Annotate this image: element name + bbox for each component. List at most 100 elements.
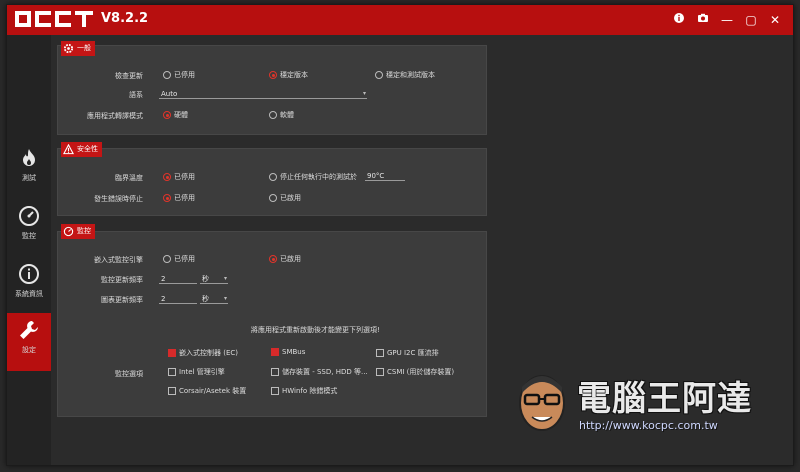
watermark-text: 電腦王阿達 xyxy=(577,379,752,419)
critical-temp-stop-radio[interactable]: 停止任何執行中的測試於 xyxy=(269,172,357,182)
monitor-rate-unit-select[interactable]: 秒 ▾ xyxy=(200,274,228,284)
chevron-down-icon: ▾ xyxy=(223,295,227,302)
restart-note: 將應用程式重新啟動後才能變更下列選項! xyxy=(251,326,380,334)
sidebar-item-label: 監控 xyxy=(22,232,36,240)
option-label: 穩定版本 xyxy=(280,71,308,79)
option-label: 硬體 xyxy=(174,111,188,119)
sidebar-item-test[interactable]: 測試 xyxy=(7,141,51,195)
csmi-checkbox[interactable]: CSMI (用於儲存裝置) xyxy=(376,367,454,377)
option-label: CSMI (用於儲存裝置) xyxy=(387,368,455,376)
checkbox-icon xyxy=(168,368,176,376)
check-updates-stable-radio[interactable]: 穩定版本 xyxy=(269,70,308,80)
chevron-down-icon: ▾ xyxy=(223,275,227,282)
safety-section-tag: 安全性 xyxy=(61,142,102,157)
gauge-icon xyxy=(63,226,74,237)
check-updates-disabled-radio[interactable]: 已停用 xyxy=(163,70,195,80)
corsair-asetek-checkbox[interactable]: Corsair/Asetek 裝置 xyxy=(168,386,246,396)
graph-rate-unit-select[interactable]: 秒 ▾ xyxy=(200,294,228,304)
storage-checkbox[interactable]: 儲存裝置 - SSD, HDD 等... xyxy=(271,367,368,377)
radio-selected-icon xyxy=(163,111,171,119)
intel-me-checkbox[interactable]: Intel 管理引擎 xyxy=(168,367,225,377)
check-updates-label: 檢查更新 xyxy=(115,72,143,80)
ec-checkbox[interactable]: 嵌入式控制器 (EC) xyxy=(168,348,238,358)
warning-icon xyxy=(63,144,74,155)
unit-value: 秒 xyxy=(202,295,209,303)
stop-on-error-label: 發生錯誤時停止 xyxy=(94,195,143,203)
checkbox-checked-icon xyxy=(168,349,176,357)
option-label: 儲存裝置 - SSD, HDD 等... xyxy=(282,368,368,376)
critical-temp-input[interactable]: 90°C xyxy=(365,171,405,181)
flame-icon xyxy=(23,149,35,166)
option-label: 已停用 xyxy=(174,194,195,202)
maximize-button[interactable]: ▢ xyxy=(743,12,759,28)
critical-temp-disabled-radio[interactable]: 已停用 xyxy=(163,172,195,182)
embedded-engine-enabled-radio[interactable]: 已啟用 xyxy=(269,254,301,264)
monitoring-section-tag: 監控 xyxy=(61,224,95,239)
radio-icon xyxy=(163,255,171,263)
wrench-icon xyxy=(20,321,38,339)
watermark-url: http://www.kocpc.com.tw xyxy=(579,419,718,432)
sidebar-item-monitoring[interactable]: 監控 xyxy=(7,199,51,253)
radio-icon xyxy=(269,111,277,119)
embedded-engine-disabled-radio[interactable]: 已停用 xyxy=(163,254,195,264)
title-bar: V8.2.2 — ▢ ✕ xyxy=(7,5,793,35)
stop-on-error-enabled-radio[interactable]: 已啟用 xyxy=(269,193,301,203)
checkbox-icon xyxy=(376,349,384,357)
option-label: 已停用 xyxy=(174,173,195,181)
option-label: HWinfo 除錯模式 xyxy=(282,387,338,395)
unit-value: 秒 xyxy=(202,275,209,283)
radio-selected-icon xyxy=(269,255,277,263)
close-button[interactable]: ✕ xyxy=(767,12,783,28)
option-label: 已啟用 xyxy=(280,194,301,202)
checkbox-icon xyxy=(271,368,279,376)
info-icon[interactable] xyxy=(671,12,687,28)
watermark: 電腦王阿達 http://www.kocpc.com.tw xyxy=(515,369,785,441)
option-label: 軟體 xyxy=(280,111,294,119)
sidebar-item-settings[interactable]: 設定 xyxy=(7,313,51,371)
graph-rate-input[interactable]: 2 xyxy=(159,294,197,304)
option-label: SMBus xyxy=(282,348,306,356)
minimize-button[interactable]: — xyxy=(719,12,735,28)
monitor-options-label: 監控選項 xyxy=(115,370,143,378)
mascot-face-icon xyxy=(519,375,565,431)
option-label: 嵌入式控制器 (EC) xyxy=(179,349,238,357)
chevron-down-icon: ▾ xyxy=(362,90,366,97)
gauge-icon xyxy=(19,206,39,226)
option-label: 已停用 xyxy=(174,71,195,79)
monitor-rate-label: 監控更新頻率 xyxy=(101,276,143,284)
graph-rate-label: 圖表更新頻率 xyxy=(101,296,143,304)
general-section-tag: 一般 xyxy=(61,41,95,56)
sidebar-item-label: 設定 xyxy=(22,346,36,354)
critical-temp-label: 臨界溫度 xyxy=(115,174,143,182)
hwinfo-debug-checkbox[interactable]: HWinfo 除錯模式 xyxy=(271,386,337,396)
option-label: 停止任何執行中的測試於 xyxy=(280,173,357,181)
checkbox-checked-icon xyxy=(271,348,279,356)
language-select[interactable]: Auto ▾ xyxy=(159,89,367,99)
camera-icon[interactable] xyxy=(695,12,711,28)
stop-on-error-disabled-radio[interactable]: 已停用 xyxy=(163,193,195,203)
general-section-title: 一般 xyxy=(77,44,91,52)
app-version: V8.2.2 xyxy=(101,11,149,26)
option-label: Corsair/Asetek 裝置 xyxy=(179,387,247,395)
monitoring-section-title: 監控 xyxy=(77,227,91,235)
checkbox-icon xyxy=(271,387,279,395)
option-label: GPU I2C 匯流排 xyxy=(387,349,439,357)
radio-selected-icon xyxy=(163,194,171,202)
app-render-label: 應用程式轉譯模式 xyxy=(87,112,143,120)
radio-selected-icon xyxy=(163,173,171,181)
safety-section-title: 安全性 xyxy=(77,145,98,153)
language-label: 語系 xyxy=(129,91,143,99)
radio-icon xyxy=(269,173,277,181)
check-updates-stable-beta-radio[interactable]: 穩定和測試版本 xyxy=(375,70,435,80)
option-label: 穩定和測試版本 xyxy=(386,71,435,79)
app-window: V8.2.2 — ▢ ✕ 測試 監控 系統資訊 設定 一般 檢查更新 已停用 穩… xyxy=(6,4,794,466)
language-value: Auto xyxy=(161,90,178,98)
render-hardware-radio[interactable]: 硬體 xyxy=(163,110,188,120)
render-software-radio[interactable]: 軟體 xyxy=(269,110,294,120)
gpu-i2c-checkbox[interactable]: GPU I2C 匯流排 xyxy=(376,348,439,358)
option-label: 已停用 xyxy=(174,255,195,263)
option-label: Intel 管理引擎 xyxy=(179,368,225,376)
radio-icon xyxy=(269,194,277,202)
monitor-rate-input[interactable]: 2 xyxy=(159,274,197,284)
smbus-checkbox[interactable]: SMBus xyxy=(271,348,305,356)
